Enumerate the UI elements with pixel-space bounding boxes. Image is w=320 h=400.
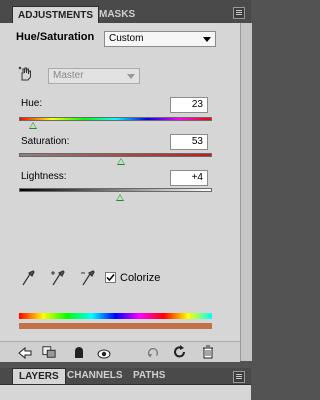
- check-icon: [106, 274, 115, 282]
- colorize-checkbox[interactable]: [105, 272, 116, 283]
- preset-dropdown[interactable]: Custom: [104, 31, 216, 47]
- input-hue-bar: [19, 313, 212, 319]
- lightness-label: Lightness:: [21, 171, 67, 182]
- saturation-field[interactable]: 53: [170, 134, 208, 150]
- saturation-slider-thumb[interactable]: [117, 158, 125, 165]
- tab-paths[interactable]: PATHS: [127, 368, 171, 384]
- chevron-down-icon: [127, 74, 135, 79]
- adjustment-title: Hue/Saturation: [16, 31, 95, 43]
- eyedropper-icon[interactable]: [20, 269, 36, 287]
- preset-value: Custom: [109, 33, 144, 44]
- clip-to-layer-icon[interactable]: [72, 345, 86, 359]
- lightness-slider-thumb[interactable]: [116, 194, 124, 201]
- tab-masks[interactable]: MASKS: [94, 6, 140, 23]
- hue-track[interactable]: [19, 117, 212, 121]
- hue-field[interactable]: 23: [170, 97, 208, 113]
- channel-dropdown[interactable]: Master: [48, 68, 140, 84]
- tab-adjustments[interactable]: ADJUSTMENTS: [12, 6, 100, 23]
- tab-layers[interactable]: LAYERS: [12, 368, 66, 384]
- lightness-field[interactable]: +4: [170, 170, 208, 186]
- output-colorize-bar: [19, 323, 212, 329]
- back-arrow-icon[interactable]: [18, 346, 32, 360]
- layers-panel-content: [0, 385, 251, 400]
- hue-slider-thumb[interactable]: [29, 122, 37, 129]
- colorize-label: Colorize: [120, 272, 161, 284]
- lightness-track[interactable]: [19, 188, 212, 192]
- eyedropper-plus-icon[interactable]: [50, 269, 68, 287]
- reset-icon[interactable]: [173, 345, 187, 359]
- panel-menu-icon[interactable]: [233, 371, 245, 383]
- tab-channels[interactable]: CHANNELS: [61, 368, 129, 384]
- channel-value: Master: [53, 70, 84, 81]
- hue-label: Hue:: [21, 98, 43, 109]
- targeted-adjustment-hand-icon[interactable]: [18, 66, 34, 82]
- previous-state-icon[interactable]: [146, 346, 160, 360]
- panel-menu-icon[interactable]: [233, 7, 245, 19]
- chevron-down-icon: [203, 37, 211, 42]
- trash-icon[interactable]: [201, 345, 215, 359]
- eyedropper-minus-icon[interactable]: [80, 269, 98, 287]
- expand-view-icon[interactable]: [42, 345, 56, 359]
- saturation-label: Saturation:: [21, 136, 70, 147]
- eye-icon[interactable]: [97, 347, 111, 361]
- saturation-track[interactable]: [19, 153, 212, 157]
- panel-scrollbar[interactable]: [240, 23, 252, 361]
